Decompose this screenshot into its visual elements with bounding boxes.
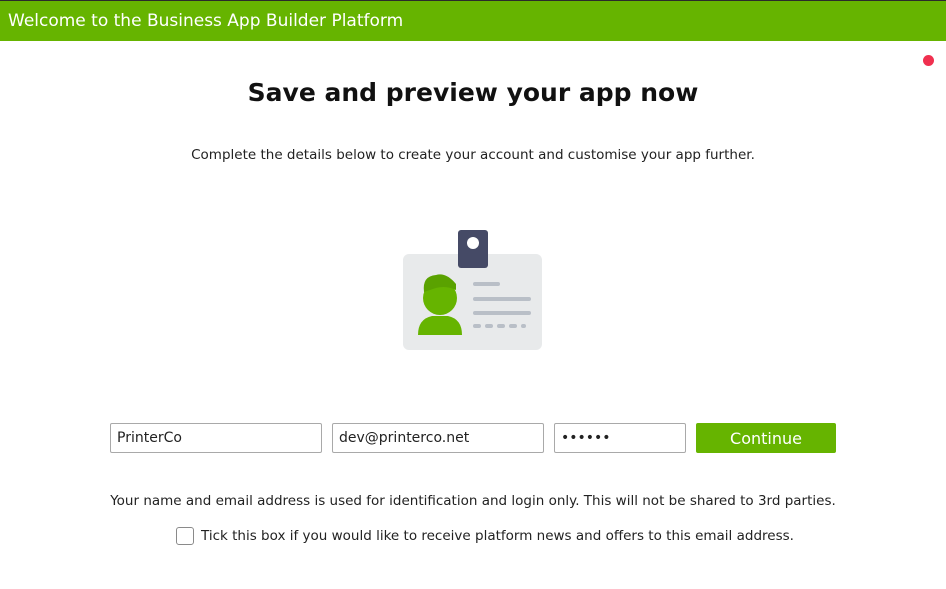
email-field[interactable] bbox=[332, 423, 544, 453]
header-bar: Welcome to the Business App Builder Plat… bbox=[0, 1, 946, 41]
page-title: Save and preview your app now bbox=[247, 78, 699, 107]
newsletter-checkbox[interactable] bbox=[176, 527, 194, 545]
header-title: Welcome to the Business App Builder Plat… bbox=[8, 11, 404, 31]
newsletter-optin[interactable]: Tick this box if you would like to recei… bbox=[176, 525, 794, 547]
continue-button[interactable]: Continue bbox=[696, 423, 836, 453]
privacy-note: Your name and email address is used for … bbox=[110, 493, 836, 509]
name-field[interactable] bbox=[110, 423, 322, 453]
newsletter-optin-label: Tick this box if you would like to recei… bbox=[201, 528, 794, 544]
close-dot-icon[interactable] bbox=[923, 55, 934, 66]
id-badge-icon bbox=[403, 230, 542, 350]
page-subtitle: Complete the details below to create you… bbox=[191, 147, 755, 163]
password-field[interactable] bbox=[554, 423, 686, 453]
